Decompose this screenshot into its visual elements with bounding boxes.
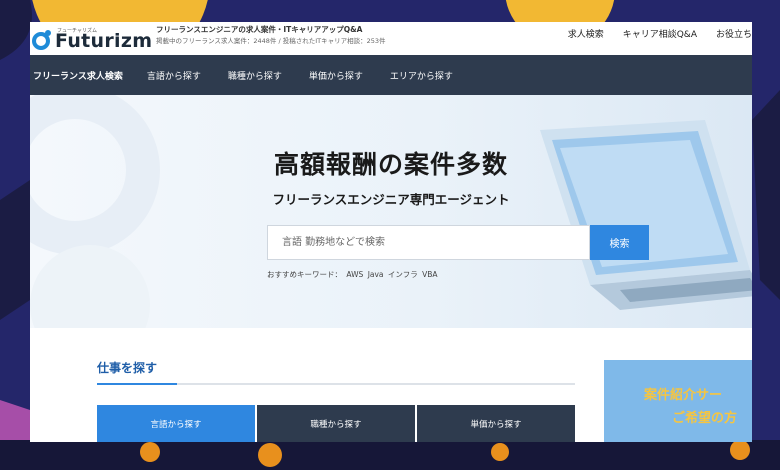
keyword-link-aws[interactable]: AWS <box>346 270 363 279</box>
category-nav: フリーランス求人検索 言語から探す 職種から探す 単価から探す エリアから探す <box>30 55 752 95</box>
search-box <box>267 225 590 260</box>
search-tabs: 言語から探す 職種から探す 単価から探す <box>97 405 575 442</box>
header-nav-useful-info[interactable]: お役立ち <box>716 27 752 40</box>
hero-decoration <box>30 245 150 328</box>
header-nav: 求人検索 キャリア相談Q&A お役立ち <box>549 27 752 40</box>
browser-page: フューチャリズム Futurizm フリーランスエンジニアの求人案件・ITキャリ… <box>30 22 752 442</box>
hero-title: 高額報酬の案件多数 <box>273 150 508 179</box>
header-nav-job-search[interactable]: 求人検索 <box>568 27 604 40</box>
category-nav-by-language[interactable]: 言語から探す <box>147 69 201 82</box>
banner-text-line2: ご希望の方 <box>672 411 738 426</box>
site-logo[interactable]: フューチャリズム Futurizm <box>32 28 152 54</box>
header-nav-career-qa[interactable]: キャリア相談Q&A <box>623 27 697 40</box>
keywords-label: おすすめキーワード： <box>267 270 342 279</box>
keyword-link-infra[interactable]: インフラ <box>388 270 418 279</box>
section-divider-accent <box>97 383 177 385</box>
site-stats: 掲載中のフリーランス求人案件：2448件 / 投稿されたITキャリア相談：253… <box>156 37 386 45</box>
category-nav-by-rate[interactable]: 単価から探す <box>309 69 363 82</box>
category-nav-freelance-search[interactable]: フリーランス求人検索 <box>33 69 123 82</box>
hero-section: 高額報酬の案件多数 フリーランスエンジニア専門エージェント 検索 おすすめキーワ… <box>30 95 752 328</box>
logo-kana: フューチャリズム <box>57 28 97 34</box>
banner-text-line1: 案件紹介サー <box>644 388 723 403</box>
search-button[interactable]: 検索 <box>590 225 649 260</box>
category-nav-by-role[interactable]: 職種から探す <box>228 69 282 82</box>
search-input[interactable] <box>268 226 589 259</box>
section-title: 仕事を探す <box>97 361 158 375</box>
logo-mark-icon <box>32 30 51 50</box>
keyword-link-java[interactable]: Java <box>368 270 384 279</box>
site-header: フューチャリズム Futurizm フリーランスエンジニアの求人案件・ITキャリ… <box>30 22 752 54</box>
tab-by-language[interactable]: 言語から探す <box>97 405 255 442</box>
site-tagline: フリーランスエンジニアの求人案件・ITキャリアアップQ&A <box>156 25 363 34</box>
tab-by-rate[interactable]: 単価から探す <box>417 405 575 442</box>
consultation-banner[interactable]: 案件紹介サー ご希望の方 <box>604 360 752 442</box>
hero-subtitle: フリーランスエンジニア専門エージェント <box>272 192 510 207</box>
category-nav-by-area[interactable]: エリアから探す <box>390 69 453 82</box>
keyword-link-vba[interactable]: VBA <box>422 270 437 279</box>
tab-by-role[interactable]: 職種から探す <box>257 405 415 442</box>
logo-wordmark: フューチャリズム Futurizm <box>55 28 152 52</box>
recommended-keywords: おすすめキーワード： AWS Java インフラ VBA <box>267 269 440 280</box>
